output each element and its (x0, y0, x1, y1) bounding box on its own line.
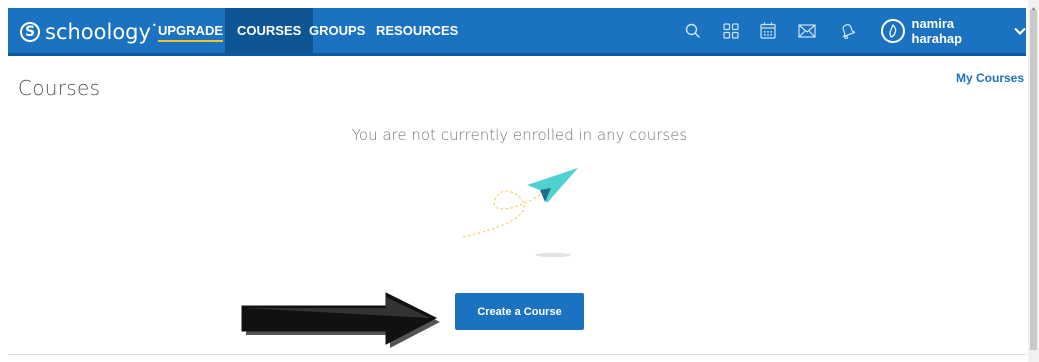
nav-groups-label: GROUPS (309, 23, 366, 38)
trademark-symbol: • (151, 20, 157, 30)
nav-courses-label: COURSES (237, 23, 302, 38)
mail-icon[interactable] (796, 8, 818, 53)
user-name: namira harahap (911, 15, 963, 46)
nav-groups[interactable]: GROUPS (309, 8, 365, 53)
page-title: Courses (18, 76, 101, 100)
nav-courses[interactable]: COURSES (225, 8, 314, 53)
nav-resources-label: RESOURCES (376, 23, 459, 38)
logo-mark: S (20, 22, 40, 42)
calendar-icon[interactable] (757, 8, 779, 53)
paper-plane-illustration (455, 160, 585, 265)
top-navigation-bar: S schoology • UPGRADE COURSES GROUPS RES… (8, 8, 1026, 56)
schoology-logo[interactable]: S schoology • (20, 20, 157, 44)
my-courses-link[interactable]: My Courses (956, 71, 1024, 85)
search-icon[interactable] (682, 8, 704, 53)
logo-text: schoology (45, 20, 151, 44)
browser-top-strip (0, 0, 1039, 8)
chevron-down-icon (1014, 23, 1026, 38)
upgrade-underline (158, 40, 224, 42)
nav-upgrade[interactable]: UPGRADE (158, 8, 224, 53)
nav-upgrade-label: UPGRADE (158, 23, 224, 38)
create-course-button[interactable]: Create a Course (455, 293, 584, 330)
scroll-up-arrow-icon[interactable] (1030, 0, 1037, 12)
notifications-icon[interactable] (836, 8, 858, 53)
scrollbar-thumb[interactable] (1030, 10, 1037, 350)
content-bottom-divider (8, 354, 1026, 355)
empty-state-message: You are not currently enrolled in any co… (351, 126, 688, 144)
apps-grid-icon[interactable] (720, 8, 742, 53)
user-menu[interactable]: namira harahap (881, 8, 1026, 53)
avatar (881, 18, 905, 43)
nav-resources[interactable]: RESOURCES (376, 8, 458, 53)
scrollbar[interactable] (1028, 0, 1039, 362)
pointer-arrow-annotation (240, 292, 445, 355)
